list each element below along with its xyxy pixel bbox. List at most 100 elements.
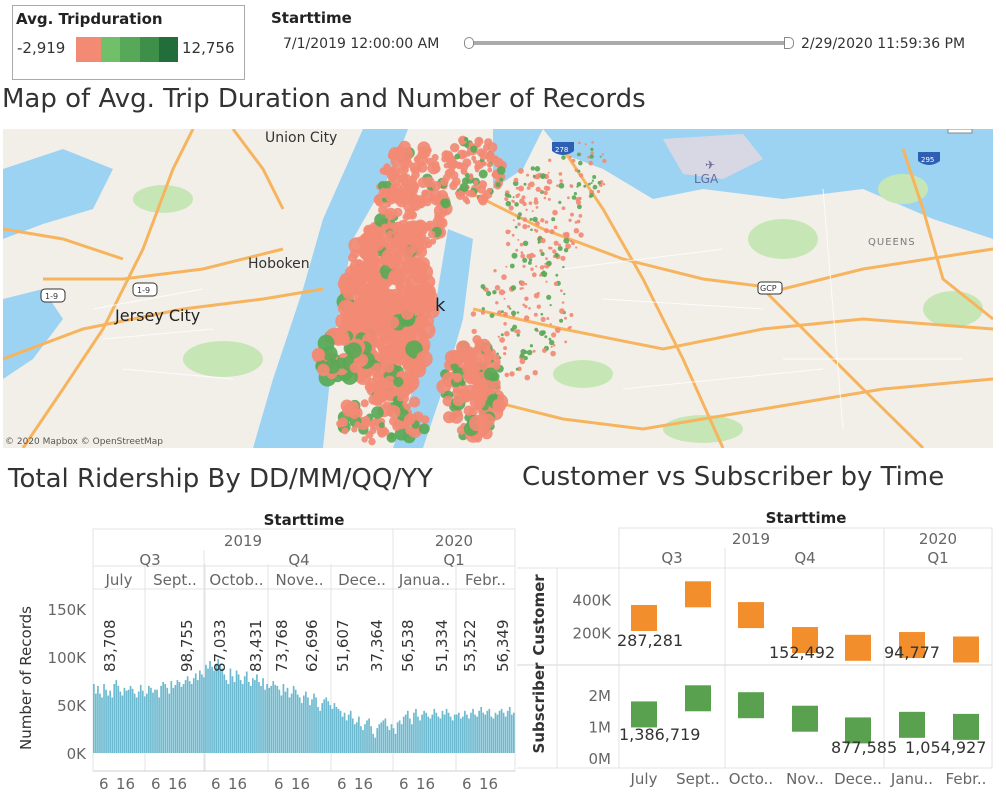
- ridership-bar[interactable]: [207, 668, 209, 753]
- ridership-bar[interactable]: [411, 724, 413, 753]
- station-bubble[interactable]: [528, 258, 533, 262]
- ridership-bar[interactable]: [205, 664, 207, 753]
- ridership-bar[interactable]: [235, 670, 238, 754]
- station-bubble[interactable]: [504, 192, 509, 197]
- station-bubble[interactable]: [404, 403, 411, 411]
- station-bubble[interactable]: [468, 415, 485, 432]
- station-bubble[interactable]: [546, 317, 550, 320]
- ridership-bar[interactable]: [166, 687, 169, 753]
- station-bubble[interactable]: [562, 265, 565, 269]
- station-bubble[interactable]: [498, 289, 505, 296]
- station-bubble[interactable]: [414, 198, 426, 209]
- station-bubble[interactable]: [526, 173, 530, 177]
- ridership-bar[interactable]: [353, 724, 356, 753]
- station-bubble[interactable]: [491, 359, 494, 363]
- station-bubble[interactable]: [497, 310, 502, 315]
- station-bubble[interactable]: [526, 349, 533, 356]
- station-bubble[interactable]: [358, 243, 375, 260]
- ridership-bar[interactable]: [400, 724, 403, 753]
- ridership-bar[interactable]: [355, 722, 358, 753]
- ridership-bar[interactable]: [115, 680, 118, 753]
- station-bubble[interactable]: [533, 199, 539, 205]
- ridership-bar[interactable]: [325, 697, 328, 753]
- ridership-bars[interactable]: [93, 659, 515, 753]
- ridership-bar[interactable]: [464, 710, 466, 753]
- trip-duration-map[interactable]: Union City Hoboken Jersey City LGA ✈ QUE…: [2, 128, 994, 450]
- station-bubble[interactable]: [341, 427, 349, 435]
- station-bubble[interactable]: [520, 253, 526, 259]
- station-bubble[interactable]: [511, 199, 514, 203]
- station-bubble[interactable]: [522, 224, 528, 230]
- map-canvas[interactable]: Union City Hoboken Jersey City LGA ✈ QUE…: [2, 128, 994, 450]
- station-bubble[interactable]: [519, 242, 524, 247]
- cs-mark-subscriber[interactable]: [631, 701, 657, 728]
- station-bubble[interactable]: [484, 287, 489, 293]
- ridership-bar[interactable]: [478, 710, 480, 753]
- station-bubble[interactable]: [573, 228, 580, 234]
- station-bubble[interactable]: [534, 229, 539, 233]
- station-bubble[interactable]: [529, 217, 533, 221]
- station-bubble[interactable]: [470, 311, 477, 317]
- station-bubble[interactable]: [528, 307, 531, 310]
- station-bubble[interactable]: [578, 214, 583, 218]
- station-bubble[interactable]: [578, 141, 581, 145]
- station-bubble[interactable]: [490, 152, 495, 157]
- ridership-bar[interactable]: [431, 714, 434, 753]
- station-bubble[interactable]: [493, 155, 499, 161]
- station-bubble[interactable]: [556, 184, 559, 187]
- station-bubble[interactable]: [386, 354, 396, 364]
- ridership-bar[interactable]: [506, 710, 509, 753]
- station-bubble[interactable]: [504, 372, 510, 378]
- station-bubble[interactable]: [578, 232, 584, 238]
- station-bubble[interactable]: [452, 373, 463, 383]
- station-bubble[interactable]: [460, 168, 468, 175]
- station-bubble[interactable]: [558, 172, 563, 176]
- ridership-bar[interactable]: [443, 714, 446, 753]
- station-bubble[interactable]: [495, 182, 501, 188]
- station-bubble[interactable]: [561, 155, 566, 160]
- ridership-bar[interactable]: [417, 716, 419, 753]
- ridership-bar[interactable]: [323, 699, 326, 753]
- ridership-bar[interactable]: [512, 712, 515, 753]
- station-bubble[interactable]: [420, 415, 430, 424]
- ridership-bar[interactable]: [170, 681, 173, 753]
- ridership-bar[interactable]: [508, 707, 511, 753]
- station-bubble[interactable]: [464, 198, 471, 205]
- station-bubble[interactable]: [369, 427, 377, 435]
- ridership-bar[interactable]: [309, 705, 311, 753]
- station-bubble[interactable]: [600, 185, 603, 187]
- station-bubble[interactable]: [389, 222, 396, 230]
- station-bubble[interactable]: [545, 264, 549, 269]
- station-bubble[interactable]: [569, 155, 572, 159]
- cs-mark-customer[interactable]: [631, 604, 657, 631]
- station-bubble[interactable]: [513, 177, 519, 183]
- ridership-bar[interactable]: [378, 724, 381, 753]
- station-bubble[interactable]: [384, 207, 397, 221]
- ridership-bar[interactable]: [358, 716, 360, 753]
- ridership-bar[interactable]: [203, 677, 205, 753]
- station-bubble[interactable]: [500, 333, 504, 337]
- ridership-chart[interactable]: Starttime 2019 2020 Q3 Q4 Q1 July Sept.. O…: [0, 500, 520, 796]
- station-bubble[interactable]: [570, 212, 574, 217]
- station-bubble[interactable]: [558, 200, 562, 204]
- ridership-bar[interactable]: [402, 716, 405, 753]
- ridership-bar[interactable]: [474, 714, 476, 753]
- station-bubble[interactable]: [368, 437, 376, 446]
- station-bubble[interactable]: [587, 156, 590, 159]
- ridership-bar[interactable]: [339, 710, 342, 753]
- ridership-bar[interactable]: [107, 695, 109, 754]
- station-bubble[interactable]: [574, 168, 578, 172]
- station-bubble[interactable]: [481, 193, 488, 200]
- station-bubble[interactable]: [546, 294, 552, 300]
- station-bubble[interactable]: [484, 367, 498, 382]
- station-bubble[interactable]: [469, 393, 486, 410]
- ridership-bar[interactable]: [268, 687, 271, 753]
- ridership-bar[interactable]: [427, 716, 430, 753]
- station-bubble[interactable]: [553, 281, 559, 286]
- ridership-bar[interactable]: [455, 714, 458, 753]
- station-bubble[interactable]: [510, 285, 517, 291]
- station-bubble[interactable]: [515, 194, 520, 198]
- station-bubble[interactable]: [543, 185, 549, 191]
- cs-mark-customer[interactable]: [685, 581, 711, 608]
- station-bubble[interactable]: [479, 379, 494, 394]
